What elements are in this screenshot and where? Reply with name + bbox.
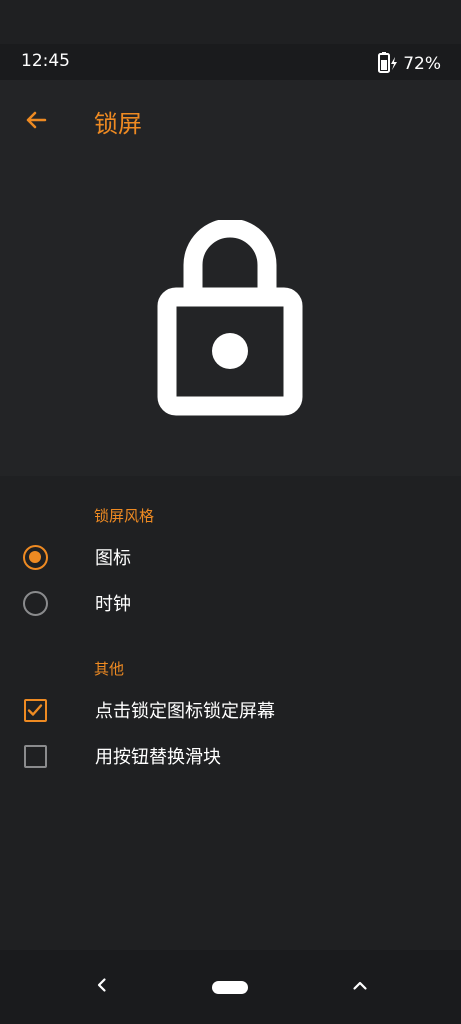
checkbox-option-label: 用按钮替换滑块 bbox=[95, 747, 221, 768]
chevron-left-icon bbox=[95, 977, 109, 997]
radio-option-icon[interactable]: 图标 bbox=[0, 534, 461, 578]
nav-home-button[interactable] bbox=[210, 970, 250, 1004]
radio-unselected-icon bbox=[22, 590, 48, 616]
checkbox-option-label: 点击锁定图标锁定屏幕 bbox=[95, 701, 275, 722]
checkbox-option-replace-slider[interactable]: 用按钮替换滑块 bbox=[0, 733, 461, 777]
status-bar: 12:45 72% bbox=[0, 44, 461, 80]
battery-charging-icon bbox=[376, 51, 398, 77]
nav-up-button[interactable] bbox=[340, 970, 380, 1004]
top-strip bbox=[0, 0, 461, 44]
lock-icon bbox=[154, 218, 306, 420]
checkbox[interactable] bbox=[20, 695, 50, 725]
radio-selected-icon bbox=[22, 544, 48, 570]
home-pill-icon bbox=[212, 980, 248, 994]
checkbox[interactable] bbox=[20, 741, 50, 771]
section-label-other: 其他 bbox=[94, 660, 125, 678]
status-time: 12:45 bbox=[21, 51, 70, 71]
settings-content: 锁屏风格 图标 时钟 其他 点击锁定图标锁定屏幕 用按钮替换滑块 bbox=[0, 476, 461, 950]
hero-area bbox=[0, 162, 461, 476]
radio-option-label: 图标 bbox=[95, 548, 131, 569]
app-bar: 锁屏 bbox=[0, 80, 461, 162]
section-label-lock-style: 锁屏风格 bbox=[94, 507, 155, 525]
nav-back-button[interactable] bbox=[82, 970, 122, 1004]
battery-percent: 72% bbox=[403, 54, 441, 74]
navigation-bar bbox=[0, 950, 461, 1024]
back-button[interactable] bbox=[16, 102, 56, 142]
checkbox-option-tap-lock[interactable]: 点击锁定图标锁定屏幕 bbox=[0, 687, 461, 731]
radio-dot bbox=[29, 551, 41, 563]
radio-button[interactable] bbox=[20, 542, 50, 572]
chevron-up-icon bbox=[352, 978, 368, 997]
checkbox-unchecked-icon bbox=[23, 744, 47, 768]
radio-option-clock[interactable]: 时钟 bbox=[0, 580, 461, 624]
status-right: 72% bbox=[376, 51, 441, 77]
checkbox-checked-icon bbox=[23, 698, 47, 722]
page-title: 锁屏 bbox=[94, 110, 142, 138]
arrow-left-icon bbox=[24, 108, 48, 136]
radio-button[interactable] bbox=[20, 588, 50, 618]
radio-option-label: 时钟 bbox=[95, 594, 131, 615]
